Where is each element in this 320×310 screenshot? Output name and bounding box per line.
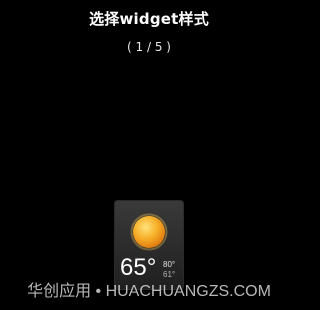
page-indicator: ( 1 / 5 ) bbox=[127, 40, 171, 54]
high-temperature: 80° bbox=[163, 260, 176, 269]
watermark: 华创应用 • HUACHUANGZS.COM bbox=[27, 283, 271, 300]
sun-icon bbox=[130, 213, 168, 251]
page-title: 选择widget样式 bbox=[89, 10, 209, 28]
